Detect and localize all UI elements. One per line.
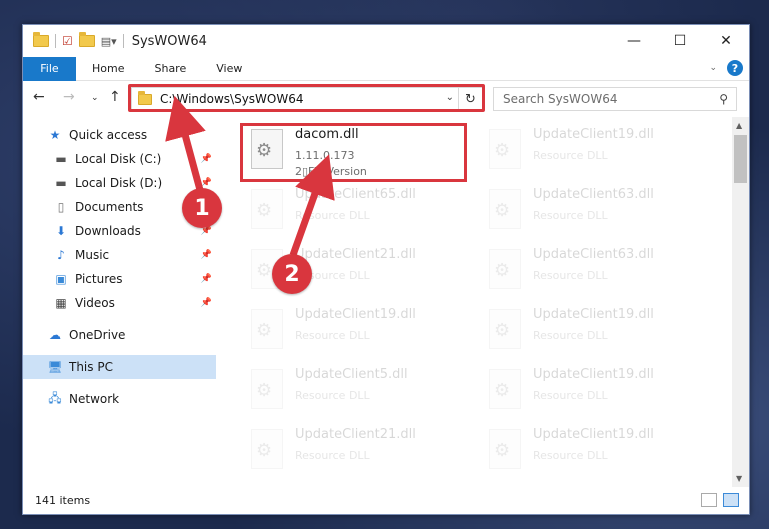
network-icon: 🖧 xyxy=(48,390,62,405)
pin-icon[interactable]: 📌 xyxy=(201,274,212,284)
minimize-button[interactable]: — xyxy=(611,25,657,57)
sidebar-item-local-disk-d[interactable]: ▬ Local Disk (D:) 📌 xyxy=(23,171,216,195)
file-item[interactable]: UpdateClient19.dllResource DLL xyxy=(485,423,715,479)
dll-file-icon xyxy=(489,429,521,469)
file-item[interactable]: UpdateClient65.dllResource DLL xyxy=(247,183,477,239)
dll-file-icon xyxy=(489,249,521,289)
annotation-badge-1: 1 xyxy=(182,188,222,228)
ribbon-tabs: File Home Share View ⌄ ? xyxy=(23,56,749,81)
file-highlight-box xyxy=(240,123,467,182)
dll-file-icon xyxy=(489,129,521,169)
file-item[interactable]: UpdateClient19.dllResource DLL xyxy=(247,303,477,359)
sidebar-item-videos[interactable]: ▦ Videos 📌 xyxy=(23,291,216,315)
forward-button[interactable]: → xyxy=(63,89,75,105)
sidebar-item-quick-access[interactable]: ★ Quick access xyxy=(23,123,216,147)
large-icons-view-icon[interactable] xyxy=(723,493,739,507)
file-item[interactable]: UpdateClient19.dllResource DLL xyxy=(485,123,715,179)
tab-share[interactable]: Share xyxy=(138,62,200,75)
dll-file-icon xyxy=(489,369,521,409)
file-item[interactable]: UpdateClient63.dllResource DLL xyxy=(485,243,715,299)
file-item[interactable]: UpdateClient5.dllResource DLL xyxy=(247,363,477,419)
search-placeholder: Search SysWOW64 xyxy=(503,92,618,106)
up-button[interactable]: ↑ xyxy=(109,89,121,105)
file-item[interactable]: UpdateClient19.dllResource DLL xyxy=(485,303,715,359)
window-title: SysWOW64 xyxy=(131,33,207,49)
navigation-bar: ← → ⌄ ↑ C:\Windows\SysWOW64 ⌄ ↻ Search S… xyxy=(23,83,749,115)
tab-home[interactable]: Home xyxy=(76,62,138,75)
navigation-pane: ★ Quick access ▬ Local Disk (C:) 📌 ▬ Loc… xyxy=(23,117,216,487)
star-icon: ★ xyxy=(49,128,61,142)
pictures-icon: ▣ xyxy=(55,272,67,286)
dll-file-icon xyxy=(489,309,521,349)
details-view-icon[interactable] xyxy=(701,493,717,507)
documents-icon: ▯ xyxy=(57,200,65,214)
scrollbar-thumb[interactable] xyxy=(734,135,747,183)
file-item[interactable]: UpdateClient19.dllResource DLL xyxy=(485,363,715,419)
dll-file-icon xyxy=(251,369,283,409)
recent-locations-button[interactable]: ⌄ xyxy=(91,93,99,103)
explorer-window: ☑ ▤▾ SysWOW64 — ☐ ✕ File Home Share View… xyxy=(22,24,750,515)
sidebar-item-network[interactable]: 🖧 Network xyxy=(23,387,216,411)
computer-icon: 🖥 xyxy=(47,360,63,374)
sidebar-item-onedrive[interactable]: ☁ OneDrive xyxy=(23,323,216,347)
search-input[interactable]: Search SysWOW64 ⚲ xyxy=(493,87,737,111)
folder-icon[interactable] xyxy=(33,32,49,47)
dll-file-icon xyxy=(489,189,521,229)
file-item[interactable]: UpdateClient21.dllResource DLL xyxy=(247,423,477,479)
cloud-icon: ☁ xyxy=(49,328,61,342)
annotation-badge-2: 2 xyxy=(272,254,312,294)
vertical-scrollbar[interactable]: ▲ ▼ xyxy=(732,117,749,487)
dll-file-icon xyxy=(251,429,283,469)
tab-view[interactable]: View xyxy=(200,62,256,75)
properties-icon[interactable]: ☑ xyxy=(62,34,73,48)
pin-icon[interactable]: 📌 xyxy=(201,250,212,260)
dll-file-icon xyxy=(251,189,283,229)
item-count: 141 items xyxy=(35,493,91,507)
scroll-up-icon[interactable]: ▲ xyxy=(736,121,742,130)
back-button[interactable]: ← xyxy=(33,89,45,105)
quick-access-toolbar: ☑ ▤▾ xyxy=(23,32,124,48)
file-item[interactable]: UpdateClient63.dllResource DLL xyxy=(485,183,715,239)
new-folder-icon[interactable] xyxy=(78,32,95,47)
pin-icon[interactable]: 📌 xyxy=(201,178,212,188)
pin-icon[interactable]: 📌 xyxy=(201,154,212,164)
close-button[interactable]: ✕ xyxy=(703,25,749,57)
scroll-down-icon[interactable]: ▼ xyxy=(736,474,742,483)
address-highlight-box xyxy=(128,84,485,112)
search-icon[interactable]: ⚲ xyxy=(719,92,728,106)
download-icon: ⬇ xyxy=(55,224,67,238)
music-icon: ♪ xyxy=(57,248,65,262)
pin-icon[interactable]: 📌 xyxy=(201,298,212,308)
help-icon[interactable]: ? xyxy=(727,60,743,76)
sidebar-item-local-disk-c[interactable]: ▬ Local Disk (C:) 📌 xyxy=(23,147,216,171)
maximize-button[interactable]: ☐ xyxy=(657,25,703,57)
dll-file-icon xyxy=(251,309,283,349)
sidebar-item-downloads[interactable]: ⬇ Downloads 📌 xyxy=(23,219,216,243)
drive-icon: ▬ xyxy=(55,152,67,166)
title-bar: ☑ ▤▾ SysWOW64 — ☐ ✕ xyxy=(23,25,749,57)
sidebar-item-pictures[interactable]: ▣ Pictures 📌 xyxy=(23,267,216,291)
chevron-down-icon[interactable]: ⌄ xyxy=(709,63,717,73)
drive-icon: ▬ xyxy=(55,176,67,190)
videos-icon: ▦ xyxy=(55,296,67,310)
sidebar-item-this-pc[interactable]: 🖥 This PC xyxy=(23,355,216,379)
sidebar-item-music[interactable]: ♪ Music 📌 xyxy=(23,243,216,267)
tab-file[interactable]: File xyxy=(23,56,76,81)
view-toggle-icon[interactable]: ▤▾ xyxy=(101,35,117,48)
status-bar: 141 items xyxy=(23,486,749,514)
